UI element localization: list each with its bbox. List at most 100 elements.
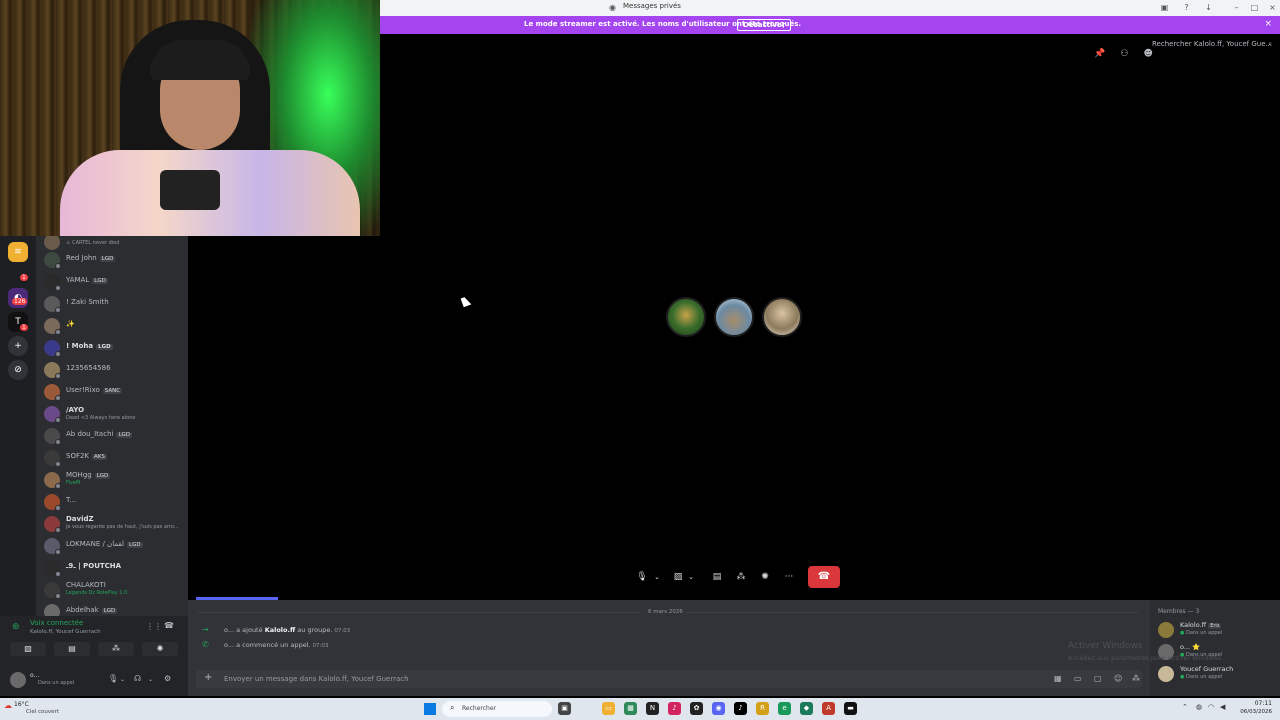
hang-up-button[interactable]: ☎ (808, 566, 840, 588)
list-item[interactable]: Red John LGD (42, 250, 188, 270)
gif-icon[interactable]: ▭ (1074, 674, 1082, 683)
taskbar-search[interactable]: ⌕ Rechercher (442, 701, 552, 717)
app-icon[interactable]: ◆ (800, 702, 813, 715)
task-view-icon[interactable]: ▣ (558, 702, 571, 715)
list-item[interactable]: Ab dou_Itachi LGD (42, 426, 188, 446)
call-participant-avatar[interactable] (714, 297, 754, 337)
camera-off-icon[interactable]: ▨ (670, 566, 686, 588)
member-name: Youcef Guerrach (1180, 665, 1234, 673)
minimize-icon[interactable]: – (1232, 3, 1241, 12)
activities-button[interactable]: ⁂ (98, 642, 134, 656)
webcam-microphone (160, 170, 220, 210)
download-icon[interactable]: ↓ (1204, 3, 1213, 12)
member-name: 1235654586 (66, 364, 111, 372)
inbox-icon[interactable]: ▣ (1160, 3, 1169, 12)
avatar[interactable] (10, 672, 26, 688)
emoji-icon[interactable]: ☺ (1114, 674, 1122, 683)
volume-icon[interactable]: ◀ (1220, 703, 1225, 711)
list-item[interactable]: ✨ (42, 316, 188, 336)
settings-icon[interactable]: ⚙ (164, 674, 171, 683)
chevron-down-icon[interactable]: ⌄ (686, 566, 696, 588)
soundboard-icon[interactable]: ✺ (756, 566, 774, 588)
activities-icon[interactable]: ⁂ (732, 566, 750, 588)
edge-icon[interactable]: e (778, 702, 791, 715)
list-item[interactable]: ! Moha LGD (42, 338, 188, 358)
discord-icon[interactable]: ◉ (712, 702, 725, 715)
call-participant-avatar[interactable] (762, 297, 802, 337)
status-indicator (55, 571, 61, 577)
share-screen-icon[interactable]: ▤ (708, 566, 726, 588)
list-item[interactable]: DavidZ je vous regarde pas de haut, j'su… (42, 514, 188, 534)
status-indicator (55, 505, 61, 511)
apps-icon[interactable]: ⁂ (1132, 674, 1140, 683)
list-item[interactable]: User!Rixo SANC (42, 382, 188, 402)
list-item[interactable]: T... (42, 492, 188, 512)
webcam-person-cap (150, 40, 250, 80)
list-item[interactable]: Abdelhak LGD (42, 602, 188, 616)
list-item[interactable]: Youcef Guerrach ● Dans un appel (1156, 664, 1276, 684)
microphone-icon[interactable]: 🎙 (634, 566, 650, 588)
share-screen-button[interactable]: ▤ (54, 642, 90, 656)
app-icon[interactable]: R (756, 702, 769, 715)
chevron-up-icon[interactable]: ⌃ (1182, 703, 1188, 711)
headphones-icon[interactable]: ☊ (134, 674, 141, 683)
maximize-icon[interactable]: □ (1250, 3, 1259, 12)
noise-suppression-icon[interactable]: ⋮⋮ (146, 622, 162, 631)
start-button[interactable] (424, 703, 436, 715)
server-icon[interactable]: ≋ (8, 242, 28, 262)
more-options-icon[interactable]: ··· (780, 566, 798, 588)
chevron-down-icon[interactable]: ⌄ (120, 676, 125, 683)
close-banner-icon[interactable]: × (1264, 19, 1272, 29)
weather-icon: ☁ (4, 701, 12, 710)
soundboard-button[interactable]: ✺ (142, 642, 178, 656)
list-item[interactable]: 1235654586 (42, 360, 188, 380)
pin-icon[interactable]: 📌 (1094, 49, 1105, 59)
phone-icon: ✆ (202, 640, 209, 649)
discover-icon[interactable]: ⊘ (8, 360, 28, 380)
disable-streamer-button[interactable]: Désactiver (737, 19, 792, 31)
camera-button[interactable]: ▨ (10, 642, 46, 656)
network-icon[interactable]: ◍ (1196, 703, 1202, 711)
list-item[interactable]: MOHgg LGD FiveM (42, 470, 188, 490)
chevron-down-icon[interactable]: ⌄ (148, 676, 153, 683)
list-item[interactable]: ! Zaki Smith (42, 294, 188, 314)
add-friend-icon[interactable]: ⚇ (1120, 49, 1128, 59)
status-indicator (55, 417, 61, 423)
sticker-icon[interactable]: ▢ (1094, 674, 1102, 683)
list-item[interactable]: YAMAL LGD (42, 272, 188, 292)
date-separator: 6 mars 2026 (648, 609, 683, 615)
app-icon[interactable]: ♪ (668, 702, 681, 715)
chatgpt-icon[interactable]: ✿ (690, 702, 703, 715)
tiktok-icon[interactable]: ♪ (734, 702, 747, 715)
list-item[interactable]: CHALAKOTI Legends Dz RolePlay 1.0 (42, 580, 188, 600)
voice-connected-panel: ⊛ Voix connectée Kalolo.ff, Youcef Guerr… (0, 616, 188, 666)
wifi-icon[interactable]: ◠ (1208, 703, 1214, 711)
clock-time[interactable]: 07:11 (1236, 700, 1272, 707)
list-item[interactable]: /AYO Dead <3 Always here alone (42, 404, 188, 424)
microphone-icon[interactable]: 🎙 (108, 674, 118, 683)
message-input[interactable]: + Envoyer un message dans Kalolo.ff, You… (196, 670, 1142, 688)
disconnect-icon[interactable]: ☎ (164, 621, 174, 630)
help-icon[interactable]: ? (1182, 3, 1191, 12)
list-item[interactable]: SOF2K AKS (42, 448, 188, 468)
add-attachment-icon[interactable]: + (204, 672, 212, 683)
top-search-input[interactable]: Rechercher Kalolo.ff, Youcef Gue... ⌕ (1152, 40, 1274, 54)
member-status: ● Dans un appel (1180, 674, 1223, 680)
list-item[interactable]: LOKMANE / لقمان LGD (42, 536, 188, 556)
app-icon[interactable]: ▬ (844, 702, 857, 715)
webcam-overlay (0, 0, 380, 236)
gift-icon[interactable]: ▦ (1054, 674, 1062, 683)
file-explorer-icon[interactable]: ▭ (602, 702, 615, 715)
app-icon[interactable]: A (822, 702, 835, 715)
app-icon[interactable]: ▦ (624, 702, 637, 715)
member-name: T... (66, 496, 77, 504)
call-participant-avatar[interactable] (666, 297, 706, 337)
close-window-icon[interactable]: × (1268, 3, 1277, 12)
chevron-down-icon[interactable]: ⌄ (652, 566, 662, 588)
list-item[interactable]: Kalolo.ff Eris ● Dans un appel (1156, 620, 1276, 640)
add-server-icon[interactable]: + (8, 336, 28, 356)
app-icon[interactable]: N (646, 702, 659, 715)
clock-date[interactable]: 06/03/2026 (1236, 709, 1272, 715)
list-item[interactable]: ـ9ـ | POUTCHA (42, 558, 188, 578)
streamer-mode-banner: Le mode streamer est activé. Les noms d'… (380, 16, 1280, 34)
